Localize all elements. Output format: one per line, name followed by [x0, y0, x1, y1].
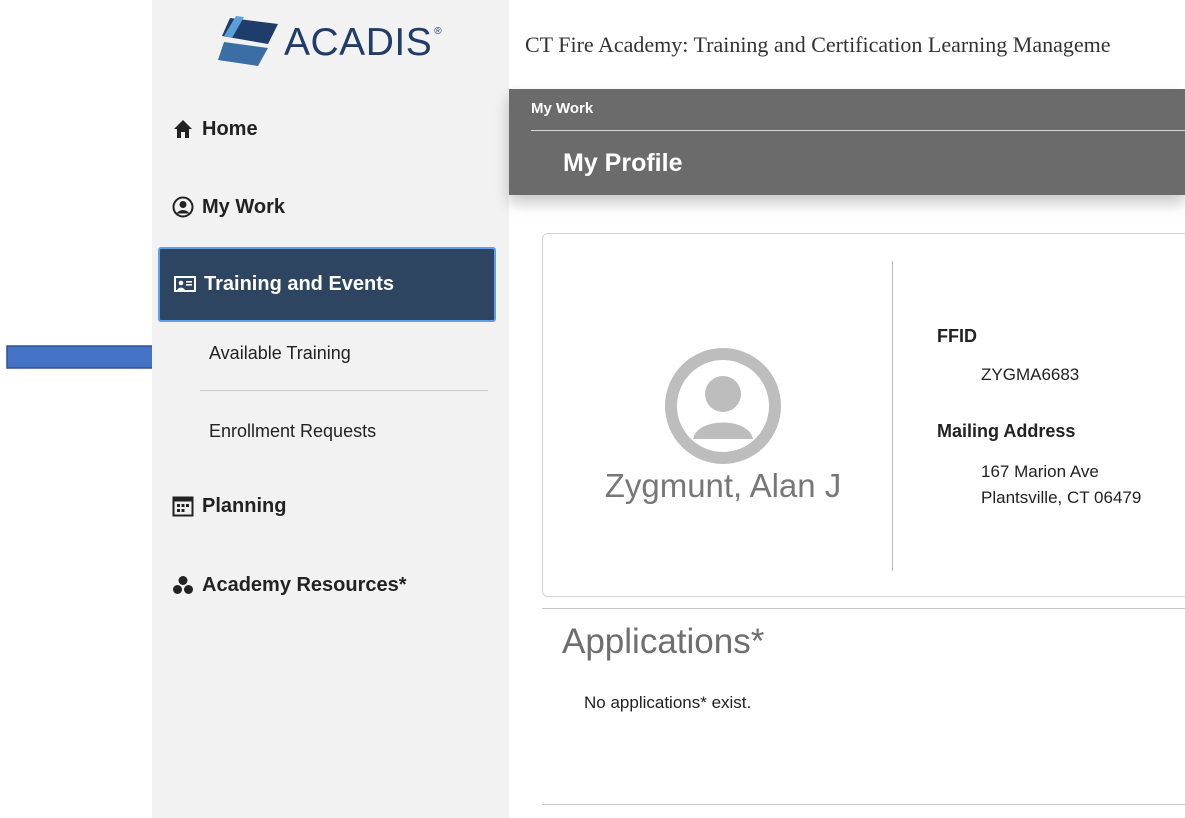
sidebar-item-home[interactable]: Home [158, 92, 496, 166]
sidebar-item-label: Academy Resources* [202, 573, 407, 596]
mailing-address-line1: 167 Marion Ave [981, 462, 1099, 481]
home-icon [172, 118, 194, 140]
ffid-label: FFID [937, 326, 977, 346]
sidebar-item-my-work[interactable]: My Work [158, 170, 496, 244]
sidebar: ACADIS ® Home My Work Training and Event… [152, 0, 509, 818]
sidebar-item-training-and-events[interactable]: Training and Events [158, 247, 496, 322]
default-avatar-icon [665, 348, 781, 464]
sidebar-subitem-enrollment-requests[interactable]: Enrollment Requests [209, 421, 376, 442]
sidebar-item-academy-resources[interactable]: Academy Resources* [158, 548, 496, 622]
header-divider [531, 130, 1185, 131]
sidebar-item-label: My Work [202, 195, 285, 218]
ffid-value: ZYGMA6683 [981, 365, 1080, 384]
sidebar-subitem-available-training[interactable]: Available Training [209, 343, 351, 364]
sidebar-item-label: Home [202, 117, 258, 140]
sidebar-item-label: Planning [202, 494, 287, 517]
card-divider [892, 261, 893, 571]
acadis-logo[interactable]: ACADIS ® [218, 14, 442, 70]
sidebar-item-label: Training and Events [204, 273, 395, 295]
app-title: CT Fire Academy: Training and Certificat… [525, 32, 1111, 57]
calendar-icon [172, 495, 194, 517]
page-title: My Profile [563, 149, 683, 177]
applications-title: Applications* [562, 622, 765, 661]
section-divider [542, 608, 1185, 609]
sidebar-divider [200, 390, 488, 391]
profile-name: Zygmunt, Alan J [604, 467, 842, 504]
user-circle-icon [172, 196, 194, 218]
logo-registered-mark: ® [434, 26, 442, 37]
logo-text: ACADIS [284, 21, 433, 64]
applications-empty-message: No applications* exist. [584, 693, 752, 712]
page-header: My Work My Profile [509, 89, 1185, 195]
breadcrumb[interactable]: My Work [531, 100, 593, 117]
cluster-icon [172, 574, 194, 596]
sidebar-item-planning[interactable]: Planning [158, 469, 496, 543]
profile-card: Zygmunt, Alan J FFID ZYGMA6683 Mailing A… [542, 233, 1185, 597]
acadis-logo-mark [218, 16, 278, 66]
presentation-icon [174, 274, 196, 296]
mailing-address-line2: Plantsville, CT 06479 [981, 488, 1142, 507]
section-divider [542, 804, 1185, 805]
mailing-address-label: Mailing Address [937, 421, 1076, 441]
page: ACADIS ® Home My Work Training and Event… [0, 0, 1185, 818]
